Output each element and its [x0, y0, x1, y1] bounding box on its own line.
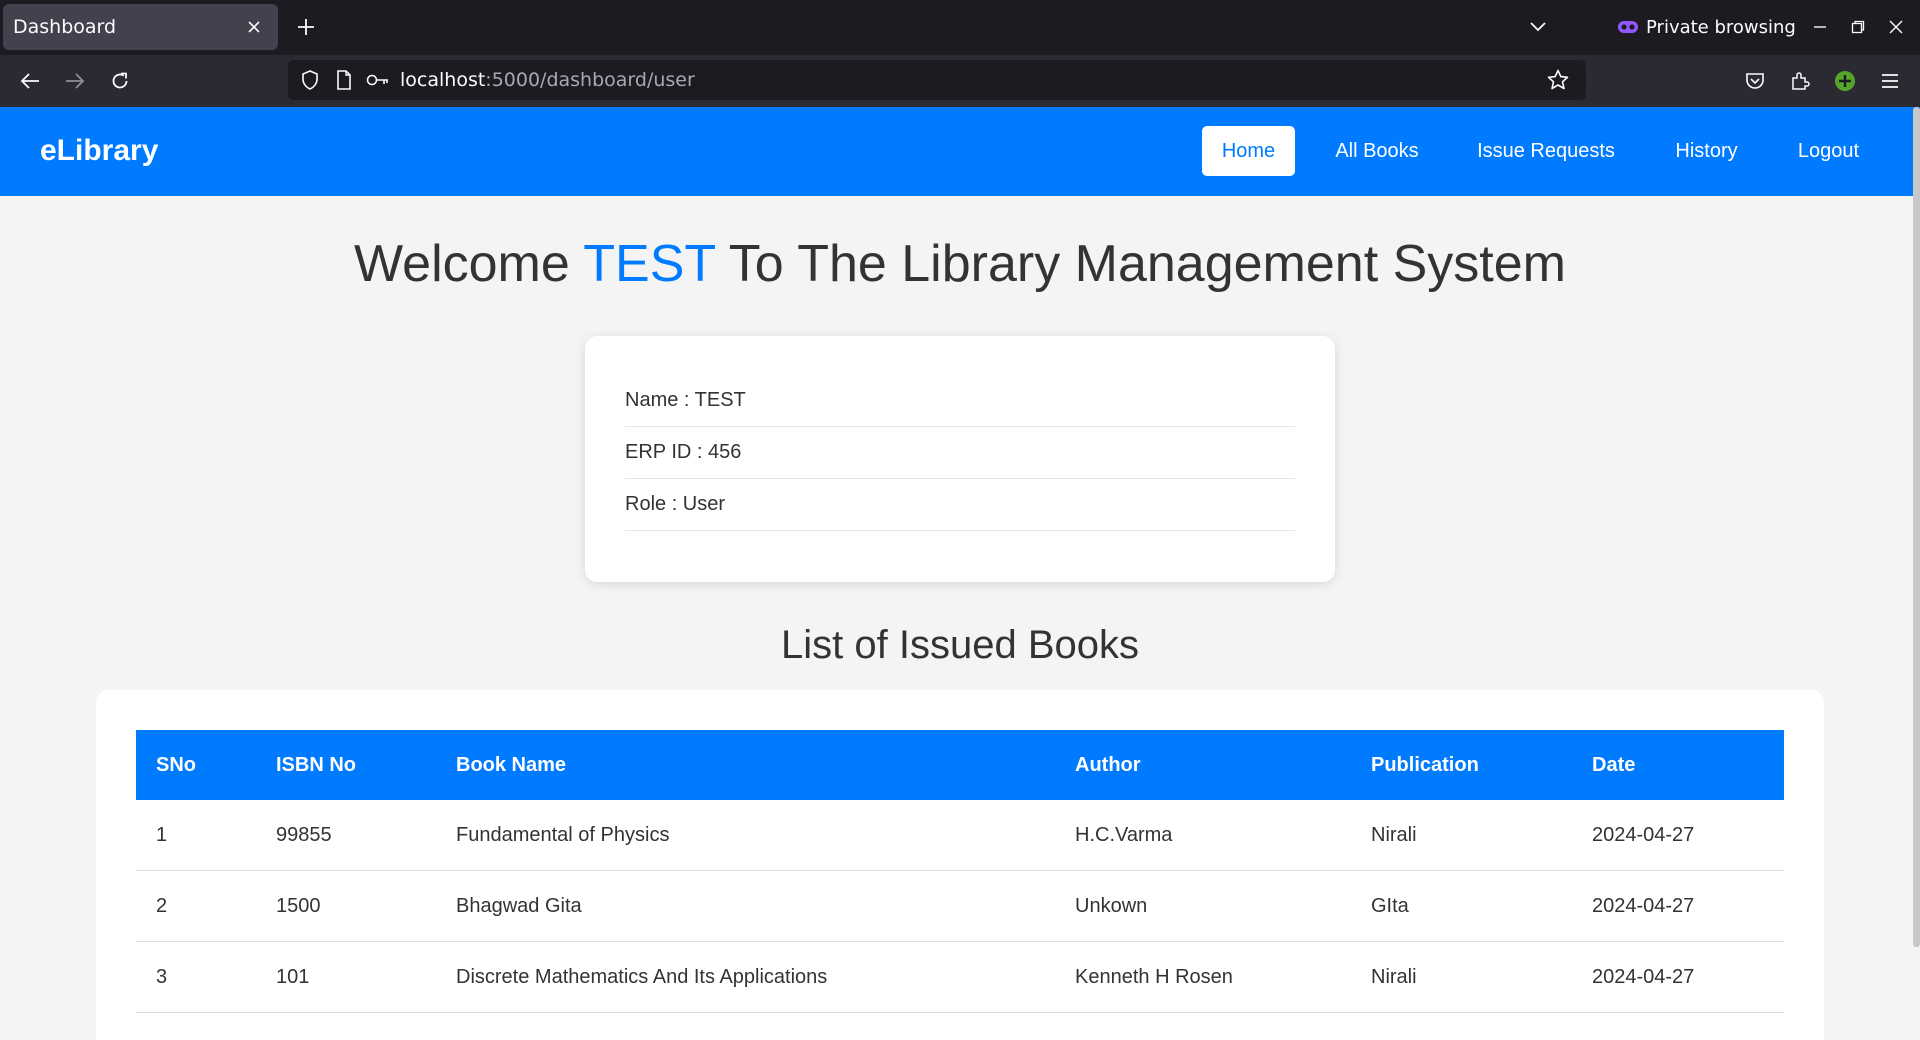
profile-name: Name : TEST: [625, 375, 1295, 427]
cell-isbn: 1500: [276, 894, 321, 917]
header-sno: SNo: [156, 753, 196, 776]
header-isbn: ISBN No: [276, 753, 356, 776]
table-row: 3 101 Discrete Mathematics And Its Appli…: [136, 942, 1784, 1013]
table-header-row: SNo ISBN No Book Name Author Publication…: [136, 730, 1784, 800]
cell-date: 2024-04-27: [1592, 894, 1695, 917]
reload-icon[interactable]: [102, 63, 138, 99]
table-row: 1 99855 Fundamental of Physics H.C.Varma…: [136, 800, 1784, 871]
cell-publication: GIta: [1371, 894, 1409, 917]
cell-date: 2024-04-27: [1592, 965, 1695, 988]
close-window-icon[interactable]: [1878, 10, 1914, 44]
url-bar[interactable]: localhost:5000/dashboard/user: [288, 60, 1586, 100]
welcome-prefix: Welcome: [354, 235, 584, 293]
menu-hamburger-icon[interactable]: [1872, 63, 1908, 99]
nav-home[interactable]: Home: [1202, 126, 1295, 176]
nav-logout[interactable]: Logout: [1782, 126, 1875, 176]
cell-sno: 3: [156, 965, 168, 988]
url-host: localhost: [400, 69, 486, 91]
url-path: :5000/dashboard/user: [485, 69, 695, 91]
profile-role: Role : User: [625, 479, 1295, 531]
private-browsing-label: Private browsing: [1646, 16, 1796, 38]
new-tab-icon[interactable]: [290, 11, 322, 43]
cell-book-name: Fundamental of Physics: [456, 823, 670, 846]
issued-books-title: List of Issued Books: [781, 623, 1139, 667]
page-scrollbar[interactable]: [1913, 107, 1920, 947]
shield-icon[interactable]: [298, 68, 322, 92]
minimize-icon[interactable]: [1802, 10, 1838, 44]
nav-history[interactable]: History: [1660, 126, 1753, 176]
cell-author: Unkown: [1075, 894, 1148, 917]
browser-tab-strip: Dashboard Private browsing: [0, 0, 1920, 55]
header-author: Author: [1075, 753, 1141, 776]
nav-issue-requests[interactable]: Issue Requests: [1462, 126, 1630, 176]
cell-author: Kenneth H Rosen: [1075, 965, 1233, 988]
table-row: 2 1500 Bhagwad Gita Unkown GIta 2024-04-…: [136, 871, 1784, 942]
welcome-user-name: TEST: [583, 235, 716, 293]
cell-book-name: Discrete Mathematics And Its Application…: [456, 965, 828, 988]
cell-sno: 2: [156, 894, 168, 917]
chevron-down-icon[interactable]: [1522, 12, 1554, 42]
url-text[interactable]: localhost:5000/dashboard/user: [400, 69, 695, 91]
restore-icon[interactable]: [1840, 10, 1876, 44]
header-date: Date: [1592, 753, 1636, 776]
site-navbar: eLibrary Home All Books Issue Requests H…: [0, 107, 1920, 196]
close-tab-icon[interactable]: [240, 13, 268, 41]
welcome-suffix: To The Library Management System: [715, 235, 1566, 293]
header-publication: Publication: [1371, 753, 1479, 776]
cell-publication: Nirali: [1371, 965, 1417, 988]
cell-isbn: 101: [276, 965, 310, 988]
pocket-icon[interactable]: [1737, 63, 1773, 99]
brand-logo[interactable]: eLibrary: [40, 134, 158, 168]
profile-card: Name : TEST ERP ID : 456 Role : User: [585, 336, 1335, 582]
cell-date: 2024-04-27: [1592, 823, 1695, 846]
private-browsing-indicator: Private browsing: [1618, 13, 1796, 41]
header-book-name: Book Name: [456, 753, 567, 776]
nav-all-books[interactable]: All Books: [1321, 126, 1433, 176]
bookmark-star-icon[interactable]: [1546, 68, 1570, 92]
key-icon[interactable]: [366, 68, 390, 92]
profile-erp-id: ERP ID : 456: [625, 427, 1295, 479]
cell-publication: Nirali: [1371, 823, 1417, 846]
extension-plus-icon[interactable]: [1827, 63, 1863, 99]
cell-sno: 1: [156, 823, 168, 846]
page-icon[interactable]: [332, 68, 356, 92]
welcome-heading: Welcome TEST To The Library Management S…: [0, 234, 1920, 294]
cell-author: H.C.Varma: [1075, 823, 1173, 846]
cell-isbn: 99855: [276, 823, 332, 846]
forward-arrow-icon[interactable]: [57, 63, 93, 99]
cell-book-name: Bhagwad Gita: [456, 894, 582, 917]
tab-title: Dashboard: [13, 16, 117, 38]
back-arrow-icon[interactable]: [12, 63, 48, 99]
private-mask-icon: [1618, 20, 1638, 34]
extensions-icon[interactable]: [1782, 63, 1818, 99]
issued-books-table-card: SNo ISBN No Book Name Author Publication…: [96, 690, 1824, 1040]
browser-tab-dashboard[interactable]: Dashboard: [3, 4, 278, 50]
